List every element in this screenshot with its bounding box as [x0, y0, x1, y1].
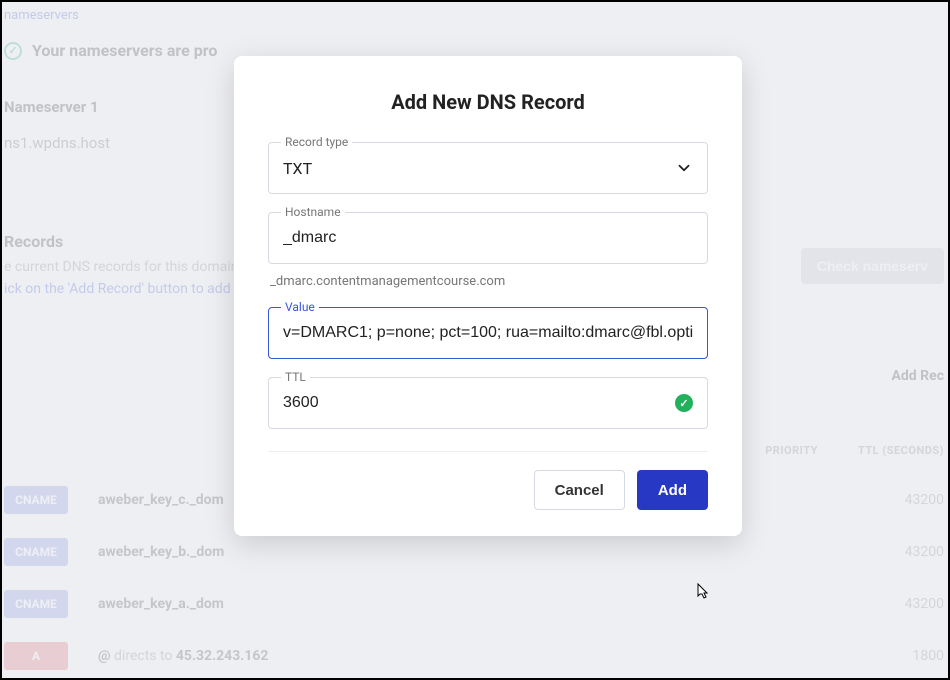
ttl-input[interactable] [283, 394, 675, 412]
cancel-button[interactable]: Cancel [534, 470, 625, 510]
ttl-field[interactable]: TTL [268, 377, 708, 429]
hostname-input[interactable] [283, 229, 693, 247]
record-type-label: Record type [281, 135, 352, 149]
modal-actions: Cancel Add [268, 470, 708, 510]
chevron-down-icon [675, 159, 693, 177]
hostname-helper: _dmarc.contentmanagementcourse.com [270, 274, 708, 289]
record-type-select[interactable]: Record type TXT [268, 142, 708, 194]
value-label: Value [281, 300, 319, 314]
check-circle-icon [675, 394, 693, 412]
value-input[interactable] [283, 324, 693, 342]
divider [268, 451, 708, 452]
value-field[interactable]: Value [268, 307, 708, 359]
hostname-label: Hostname [281, 205, 345, 219]
hostname-field[interactable]: Hostname [268, 212, 708, 264]
modal-title: Add New DNS Record [268, 90, 708, 114]
ttl-label: TTL [281, 370, 310, 384]
record-type-value: TXT [283, 159, 675, 178]
add-button[interactable]: Add [637, 470, 708, 510]
add-dns-record-modal: Add New DNS Record Record type TXT Hostn… [234, 56, 742, 536]
